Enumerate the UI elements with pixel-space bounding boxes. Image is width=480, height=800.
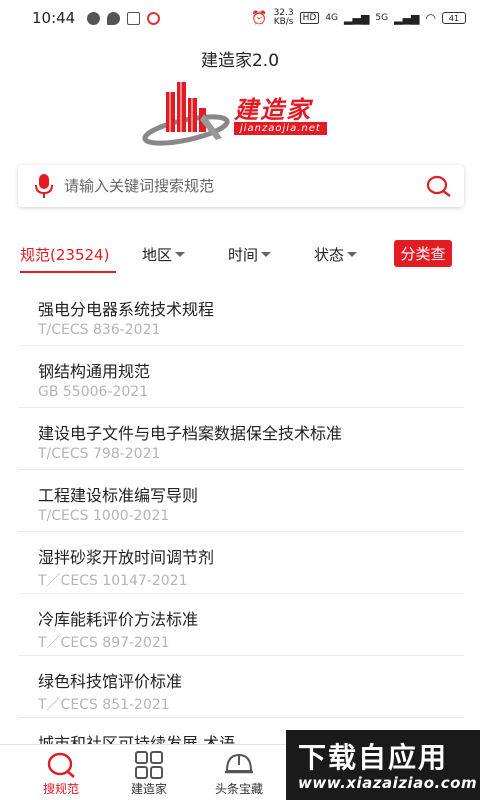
item-title: 工程建设标准编写导则 bbox=[38, 486, 199, 505]
watermark-url: www.xiazaiziao.com bbox=[298, 774, 478, 792]
magnifier-nav-icon bbox=[47, 752, 75, 778]
signal-4g: 4G bbox=[325, 13, 339, 23]
caret-down-icon bbox=[261, 252, 272, 257]
signal-bars-icon-2: ▂▄▆ bbox=[394, 11, 420, 25]
item-code: GB 55006-2021 bbox=[38, 384, 149, 400]
logo-text: 建造家 bbox=[234, 96, 312, 124]
nav-label: 搜规范 bbox=[42, 782, 79, 796]
message-icon bbox=[107, 11, 121, 25]
nav-headline-treasure[interactable]: 头条宝藏 bbox=[194, 745, 284, 800]
active-tab-underline bbox=[20, 271, 116, 273]
tab-time-label: 时间 bbox=[228, 246, 259, 264]
tab-specs-label: 规范(23524) bbox=[20, 246, 110, 264]
tab-region-label: 地区 bbox=[142, 246, 173, 264]
tab-status[interactable]: 状态 bbox=[314, 244, 358, 265]
nav-search-specs[interactable]: 搜规范 bbox=[16, 745, 106, 800]
microphone-icon[interactable] bbox=[34, 173, 54, 199]
logo-building-icon bbox=[142, 82, 230, 146]
search-bar[interactable] bbox=[18, 165, 464, 207]
signal-bars-icon: ▂▄▆ bbox=[344, 11, 370, 25]
item-code: T／CECS 897-2021 bbox=[38, 635, 170, 651]
hd-badge: HD bbox=[299, 12, 320, 24]
status-bar: 10:44 ⏰ 32.3 KB/s HD 4G ▂▄▆ 5G ▂▄▆ ◠ 41 bbox=[0, 0, 480, 36]
weibo-icon bbox=[147, 11, 161, 25]
wifi-icon: ◠ bbox=[425, 11, 436, 25]
grid-icon bbox=[135, 751, 163, 779]
item-title: 湿拌砂浆开放时间调节剂 bbox=[38, 548, 215, 567]
search-input[interactable] bbox=[64, 177, 426, 195]
status-notification-icons bbox=[87, 11, 161, 25]
helmet-icon bbox=[225, 753, 253, 774]
network-speed: 32.3 KB/s bbox=[273, 8, 294, 27]
logo-url: jianzaojia.net bbox=[234, 122, 327, 135]
item-code: T／CECS 851-2021 bbox=[38, 697, 170, 713]
app-logo: 建造家 jianzaojia.net bbox=[142, 78, 342, 150]
nav-jianzaojia[interactable]: 建造家 bbox=[104, 745, 194, 800]
watermark-title: 下载自应用 bbox=[298, 741, 449, 774]
list-item[interactable]: 建设电子文件与电子档案数据保全技术标准 T/CECS 798-2021 bbox=[18, 408, 464, 470]
item-title: 强电分电器系统技术规程 bbox=[38, 300, 215, 319]
caret-down-icon bbox=[347, 252, 358, 257]
nav-label: 头条宝藏 bbox=[214, 782, 263, 796]
list-item[interactable]: 钢结构通用规范 GB 55006-2021 bbox=[18, 346, 464, 408]
item-code: T/CECS 1000-2021 bbox=[38, 508, 170, 524]
classify-button[interactable]: 分类查 bbox=[394, 240, 452, 267]
item-code: T／CECS 10147-2021 bbox=[38, 573, 188, 589]
page-title: 建造家2.0 bbox=[200, 51, 280, 71]
signal-5g: 5G bbox=[375, 13, 389, 23]
tab-status-label: 状态 bbox=[314, 246, 345, 264]
spec-list: 强电分电器系统技术规程 T/CECS 836-2021 钢结构通用规范 GB 5… bbox=[0, 284, 480, 780]
caret-down-icon bbox=[175, 252, 186, 257]
download-watermark: 下载自应用 www.xiazaiziao.com bbox=[286, 730, 480, 800]
tab-time[interactable]: 时间 bbox=[228, 244, 272, 265]
list-item[interactable]: 冷库能耗评价方法标准 T／CECS 897-2021 bbox=[18, 594, 464, 656]
filter-bar: 规范(23524) 地区 时间 状态 分类查 bbox=[0, 240, 480, 274]
list-item[interactable]: 强电分电器系统技术规程 T/CECS 836-2021 bbox=[18, 284, 464, 346]
tab-specs[interactable]: 规范(23524) bbox=[20, 244, 109, 265]
item-title: 钢结构通用规范 bbox=[38, 362, 151, 381]
item-title: 绿色科技馆评价标准 bbox=[38, 672, 183, 691]
nav-label: 建造家 bbox=[130, 782, 167, 796]
battery-icon: 41 bbox=[442, 12, 466, 24]
status-right: ⏰ 32.3 KB/s HD 4G ▂▄▆ 5G ▂▄▆ ◠ 41 bbox=[251, 9, 466, 27]
list-item[interactable]: 工程建设标准编写导则 T/CECS 1000-2021 bbox=[18, 470, 464, 532]
calendar-icon bbox=[127, 11, 141, 25]
status-time: 10:44 bbox=[32, 9, 76, 27]
alarm-icon: ⏰ bbox=[251, 10, 268, 26]
app-notification-icon bbox=[87, 11, 101, 25]
item-code: T/CECS 836-2021 bbox=[38, 322, 161, 338]
list-item[interactable]: 湿拌砂浆开放时间调节剂 T／CECS 10147-2021 bbox=[18, 532, 464, 594]
battery-level: 41 bbox=[448, 13, 460, 23]
item-title: 建设电子文件与电子档案数据保全技术标准 bbox=[38, 424, 343, 443]
item-title: 冷库能耗评价方法标准 bbox=[38, 610, 199, 629]
tab-region[interactable]: 地区 bbox=[142, 244, 186, 265]
item-code: T/CECS 798-2021 bbox=[38, 446, 161, 462]
list-item[interactable]: 绿色科技馆评价标准 T／CECS 851-2021 bbox=[18, 656, 464, 718]
search-icon[interactable] bbox=[426, 174, 452, 198]
